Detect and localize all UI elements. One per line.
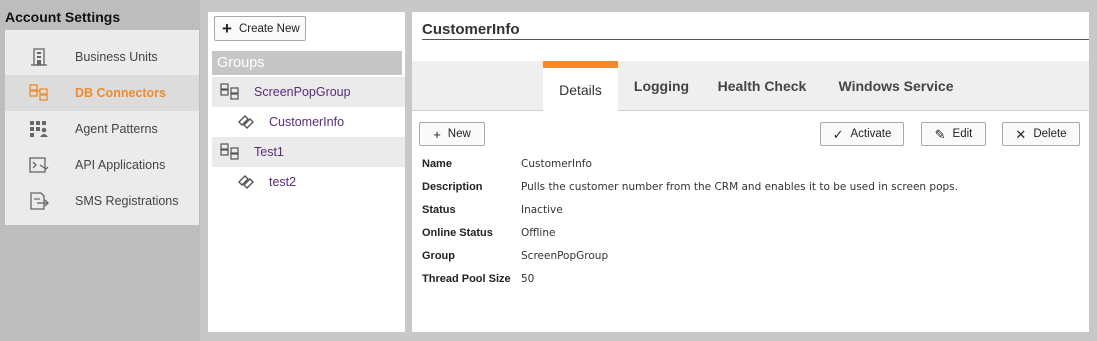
detail-key: Group — [422, 250, 455, 262]
edit-label: Edit — [952, 128, 973, 140]
close-icon: ✕ — [1015, 126, 1027, 142]
building-icon — [31, 48, 47, 66]
connector-label: test2 — [269, 175, 297, 189]
group-item-test1[interactable]: Test1 — [212, 137, 405, 167]
group-icon — [220, 83, 239, 100]
nav-item-label: SMS Registrations — [75, 194, 179, 208]
new-label: New — [447, 128, 471, 140]
detail-key: Status — [422, 204, 456, 216]
detail-value: ScreenPopGroup — [521, 250, 609, 262]
api-applications-icon — [29, 157, 49, 173]
detail-value: Pulls the customer number from the CRM a… — [521, 181, 958, 193]
nav-item-agent-patterns[interactable]: Agent Patterns — [5, 111, 199, 147]
tab-label: Details — [559, 82, 602, 98]
nav-item-db-connectors[interactable]: DB Connectors — [5, 75, 199, 111]
tab-bar: Details Logging Health Check Windows Ser… — [412, 61, 1089, 112]
create-new-label: Create New — [238, 22, 300, 35]
create-new-button[interactable]: + Create New — [214, 16, 306, 41]
tab-windows-service[interactable]: Windows Service — [826, 61, 966, 111]
groups-header: Groups — [212, 51, 402, 75]
tab-details[interactable]: Details — [543, 61, 618, 112]
nav-item-business-units[interactable]: Business Units — [5, 39, 199, 75]
nav-item-sms-registrations[interactable]: SMS Registrations — [5, 183, 199, 219]
checkmark-icon: ✓ — [832, 126, 844, 142]
tab-logging[interactable]: Logging — [624, 61, 699, 111]
detail-key: Thread Pool Size — [422, 273, 511, 285]
group-icon — [220, 143, 239, 160]
groups-panel: + Create New Groups ScreenPopGroup Custo… — [208, 12, 405, 332]
connector-label: CustomerInfo — [269, 115, 345, 129]
connector-icon — [238, 175, 254, 189]
sms-registrations-icon — [30, 192, 49, 210]
detail-value: 50 — [521, 273, 535, 285]
nav-item-label: DB Connectors — [75, 86, 166, 100]
edit-button[interactable]: ✎ Edit — [921, 122, 986, 146]
nav-item-label: API Applications — [75, 158, 166, 172]
detail-key: Description — [422, 181, 483, 193]
nav-item-label: Business Units — [75, 50, 158, 64]
activate-button[interactable]: ✓ Activate — [820, 122, 904, 146]
delete-label: Delete — [1033, 128, 1067, 140]
tab-label: Logging — [633, 78, 690, 94]
connector-item-test2[interactable]: test2 — [212, 167, 405, 197]
account-settings-panel: Account Settings Business Units DB Conne… — [0, 0, 200, 341]
tab-label: Windows Service — [838, 78, 954, 94]
nav-item-label: Agent Patterns — [75, 122, 158, 136]
account-settings-title: Account Settings — [5, 9, 121, 25]
nav-item-api-applications[interactable]: API Applications — [5, 147, 199, 183]
activate-label: Activate — [850, 128, 892, 140]
connector-icon — [238, 115, 254, 129]
page-title: CustomerInfo — [422, 21, 520, 38]
group-item-screenpopgroup[interactable]: ScreenPopGroup — [212, 77, 405, 107]
detail-key: Name — [422, 158, 452, 170]
plus-icon: + — [433, 126, 441, 142]
connector-detail-panel: CustomerInfo Details Logging Health Chec… — [412, 12, 1089, 332]
plus-icon: + — [222, 19, 232, 38]
group-label: ScreenPopGroup — [254, 85, 351, 99]
detail-key: Online Status — [422, 227, 493, 239]
edit-icon: ✎ — [934, 126, 946, 142]
agent-patterns-icon — [30, 121, 48, 137]
detail-value: Inactive — [521, 204, 563, 216]
detail-value: Offline — [521, 227, 556, 239]
title-divider — [422, 39, 1089, 40]
db-connector-icon — [29, 84, 48, 101]
tab-label: Health Check — [717, 78, 807, 94]
delete-button[interactable]: ✕ Delete — [1002, 122, 1080, 146]
settings-nav: Business Units DB Connectors Agent Patte… — [5, 30, 199, 225]
detail-value: CustomerInfo — [521, 158, 592, 170]
tab-health-check[interactable]: Health Check — [710, 61, 814, 111]
connector-item-customerinfo[interactable]: CustomerInfo — [212, 107, 405, 137]
new-button[interactable]: + New — [419, 122, 485, 146]
group-label: Test1 — [254, 145, 284, 159]
